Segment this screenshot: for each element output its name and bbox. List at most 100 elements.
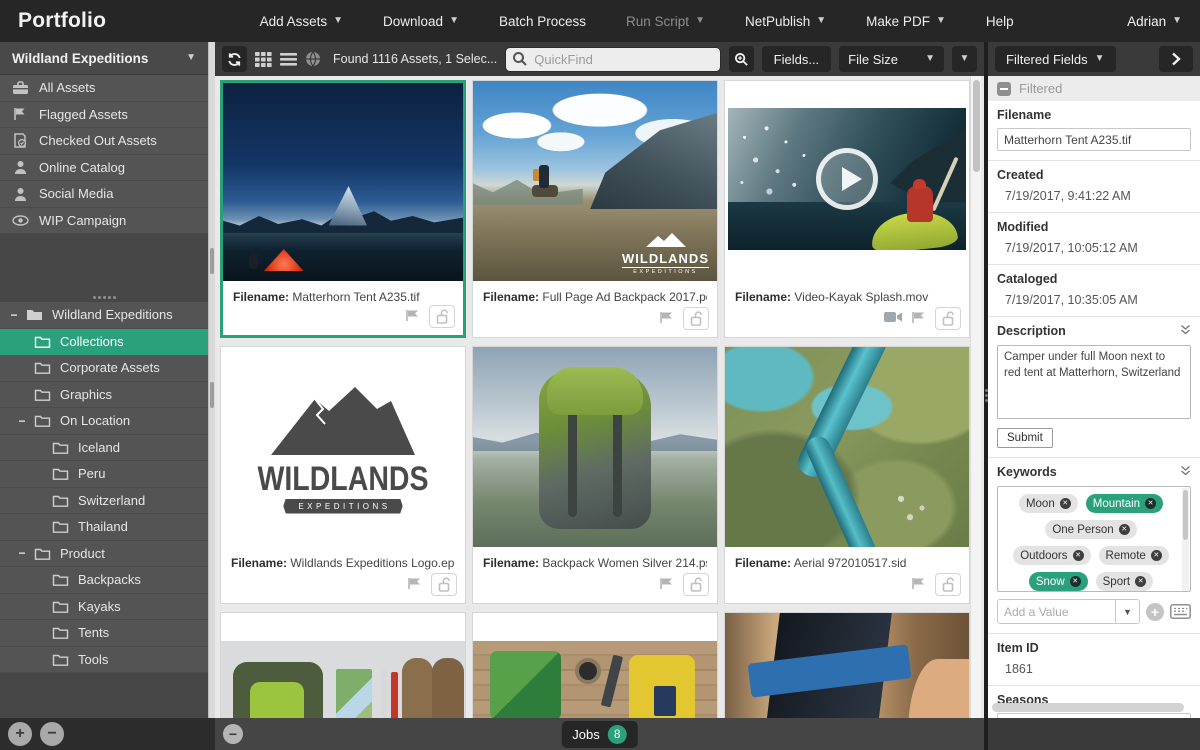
- asset-card-aerial[interactable]: Filename: Aerial 972010517.sid: [724, 346, 970, 604]
- unlock-icon[interactable]: [683, 307, 709, 330]
- flag-icon[interactable]: [911, 311, 927, 327]
- scrollbar-thumb[interactable]: [973, 80, 980, 172]
- remove-tag-icon[interactable]: ✕: [1145, 498, 1156, 509]
- flag-icon[interactable]: [407, 577, 423, 593]
- sidebar-item-all-assets[interactable]: All Assets: [0, 75, 208, 102]
- remove-tag-icon[interactable]: ✕: [1060, 498, 1071, 509]
- unlock-icon[interactable]: [935, 307, 961, 330]
- keyword-tag[interactable]: Moon✕: [1019, 494, 1078, 513]
- tree-item-collections[interactable]: Collections: [0, 329, 208, 356]
- sidebar-item-flagged-assets[interactable]: Flagged Assets: [0, 102, 208, 129]
- asset-card-matterhorn-tent[interactable]: Filename: Matterhorn Tent A235.tif: [220, 80, 466, 338]
- zoom-out-button[interactable]: −: [223, 724, 243, 744]
- keyword-tag[interactable]: Remote✕: [1099, 546, 1169, 565]
- remove-tag-icon[interactable]: ✕: [1135, 576, 1146, 587]
- add-keyword-button[interactable]: +: [1146, 603, 1164, 621]
- chevron-double-down-icon[interactable]: [1180, 324, 1191, 338]
- tree-item-on-location[interactable]: − On Location: [0, 408, 208, 435]
- remove-tag-icon[interactable]: ✕: [1119, 524, 1130, 535]
- fields-button[interactable]: Fields...: [762, 46, 832, 72]
- tree-item-graphics[interactable]: Graphics: [0, 382, 208, 409]
- list-view-icon[interactable]: [280, 53, 297, 66]
- menu-help[interactable]: Help: [986, 14, 1014, 29]
- add-keyword-input[interactable]: [998, 600, 1115, 623]
- seasons-input[interactable]: [997, 713, 1191, 718]
- tree-item-peru[interactable]: Peru: [0, 461, 208, 488]
- quickfind-search[interactable]: [505, 47, 720, 72]
- tree-item-product[interactable]: − Product: [0, 541, 208, 568]
- menu-batch-process[interactable]: Batch Process: [499, 14, 586, 29]
- scrollbar-grip[interactable]: [210, 382, 214, 408]
- sidebar-item-wip-campaign[interactable]: WIP Campaign: [0, 208, 208, 235]
- description-textarea[interactable]: Camper under full Moon next to red tent …: [997, 345, 1191, 419]
- sidebar-item-online-catalog[interactable]: Online Catalog: [0, 155, 208, 182]
- menu-add-assets[interactable]: Add Assets▼: [260, 14, 343, 29]
- menu-download[interactable]: Download▼: [383, 14, 459, 29]
- keyword-tag[interactable]: One Person✕: [1045, 520, 1136, 539]
- fields-mode-dropdown[interactable]: Filtered Fields▼: [995, 46, 1116, 72]
- tree-item-kayaks[interactable]: Kayaks: [0, 594, 208, 621]
- keyword-tag[interactable]: Sport✕: [1096, 572, 1154, 591]
- scrollbar-grip[interactable]: [210, 248, 214, 274]
- unlock-icon[interactable]: [935, 573, 961, 596]
- asset-card-climbing-harness[interactable]: [724, 612, 970, 718]
- collapse-icon[interactable]: −: [8, 308, 20, 322]
- remove-tag-icon[interactable]: ✕: [1151, 550, 1162, 561]
- keyword-tag[interactable]: Mountain✕: [1086, 494, 1163, 513]
- grid-view-icon[interactable]: [255, 52, 272, 67]
- keyword-tag[interactable]: Snow✕: [1029, 572, 1088, 591]
- flag-icon[interactable]: [659, 311, 675, 327]
- asset-card-full-page-ad[interactable]: WILDLANDS EXPEDITIONS Filename: Full Pag…: [472, 80, 718, 338]
- refresh-button[interactable]: [222, 46, 247, 72]
- sidebar-splitter-handle[interactable]: [0, 292, 208, 302]
- tree-item-switzerland[interactable]: Switzerland: [0, 488, 208, 515]
- unlock-icon[interactable]: [683, 573, 709, 596]
- menu-netpublish[interactable]: NetPublish▼: [745, 14, 826, 29]
- menu-make-pdf[interactable]: Make PDF▼: [866, 14, 946, 29]
- sidebar-item-checked-out-assets[interactable]: Checked Out Assets: [0, 128, 208, 155]
- tree-item-tools[interactable]: Tools: [0, 647, 208, 674]
- user-menu[interactable]: Adrian▼: [1127, 14, 1182, 29]
- tree-item-corporate-assets[interactable]: Corporate Assets: [0, 355, 208, 382]
- submit-button[interactable]: Submit: [997, 428, 1053, 448]
- tree-item-backpacks[interactable]: Backpacks: [0, 567, 208, 594]
- advanced-search-button[interactable]: [729, 46, 754, 72]
- globe-icon[interactable]: [305, 51, 321, 67]
- collapse-icon[interactable]: −: [16, 546, 28, 560]
- collapse-section-icon[interactable]: [997, 82, 1011, 96]
- remove-gallery-button[interactable]: −: [40, 722, 64, 746]
- keyboard-icon[interactable]: [1170, 604, 1191, 619]
- grid-scrollbar[interactable]: [970, 76, 981, 718]
- sidebar-scrollbar[interactable]: [208, 42, 215, 718]
- asset-card-wildlands-logo[interactable]: WILDLANDS EXPEDITIONS Filename: Wildland…: [220, 346, 466, 604]
- sidebar-item-social-media[interactable]: Social Media: [0, 181, 208, 208]
- chevron-down-icon[interactable]: ▼: [1115, 600, 1139, 623]
- tagbox-scrollbar[interactable]: [1182, 488, 1189, 592]
- panel-horizontal-scrollbar[interactable]: [992, 703, 1184, 712]
- remove-tag-icon[interactable]: ✕: [1070, 576, 1081, 587]
- tree-item-iceland[interactable]: Iceland: [0, 435, 208, 462]
- flag-icon[interactable]: [659, 577, 675, 593]
- play-icon[interactable]: [816, 148, 878, 210]
- jobs-button[interactable]: Jobs 8: [561, 721, 637, 748]
- tree-item-thailand[interactable]: Thailand: [0, 514, 208, 541]
- tree-item-wildland-expeditions[interactable]: − Wildland Expeditions: [0, 302, 208, 329]
- remove-tag-icon[interactable]: ✕: [1073, 550, 1084, 561]
- unlock-icon[interactable]: [429, 305, 455, 328]
- quickfind-input[interactable]: [505, 47, 720, 72]
- sort-direction-button[interactable]: ▼: [952, 46, 977, 72]
- asset-card-kayak-video[interactable]: Filename: Video-Kayak Splash.mov: [724, 80, 970, 338]
- flag-icon[interactable]: [911, 577, 927, 593]
- asset-card-travel-kit[interactable]: [472, 612, 718, 718]
- asset-card-gear-flatlay[interactable]: [220, 612, 466, 718]
- catalog-selector[interactable]: Wildland Expeditions▼: [0, 42, 208, 75]
- filtered-section-header[interactable]: Filtered: [988, 76, 1200, 101]
- sort-by-dropdown[interactable]: File Size▼: [839, 46, 944, 72]
- asset-card-backpack-product[interactable]: Filename: Backpack Women Silver 214.psd: [472, 346, 718, 604]
- flag-icon[interactable]: [405, 309, 421, 325]
- unlock-icon[interactable]: [431, 573, 457, 596]
- collapse-panel-button[interactable]: [1159, 46, 1193, 72]
- menu-run-script[interactable]: Run Script▼: [626, 14, 705, 29]
- add-gallery-button[interactable]: +: [8, 722, 32, 746]
- keyword-tag[interactable]: Outdoors✕: [1013, 546, 1090, 565]
